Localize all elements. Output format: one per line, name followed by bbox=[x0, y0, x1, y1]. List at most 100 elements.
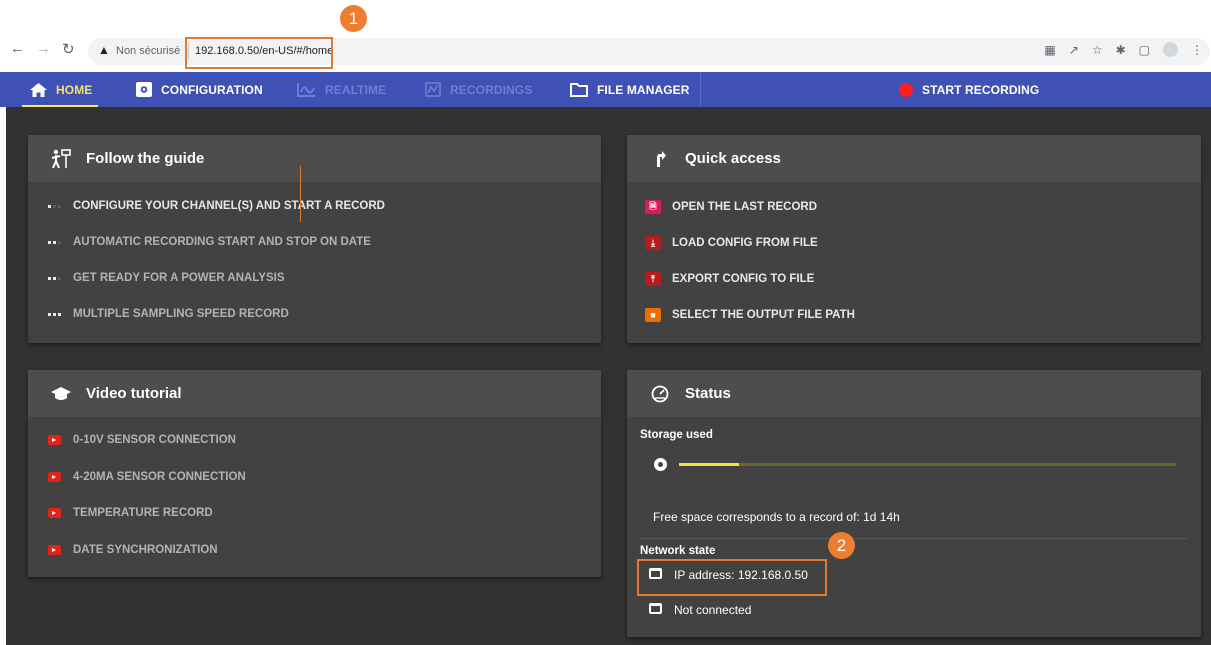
disk-icon bbox=[654, 458, 667, 471]
qa-export-config[interactable]: ⤒ EXPORT CONFIG TO FILE bbox=[645, 272, 814, 286]
recordings-chart-icon bbox=[425, 82, 441, 97]
reload-icon[interactable]: ↻ bbox=[62, 40, 75, 58]
qa-item-label: SELECT THE OUTPUT FILE PATH bbox=[672, 309, 855, 321]
youtube-icon bbox=[47, 435, 61, 445]
quick-access-card: Quick access 🗎 OPEN THE LAST RECORD ⤓ LO… bbox=[627, 135, 1201, 343]
guide-item-sampling-speed[interactable]: MULTIPLE SAMPLING SPEED RECORD bbox=[46, 308, 289, 320]
bookmark-star-icon[interactable]: ☆ bbox=[1092, 43, 1103, 58]
back-arrow-icon[interactable]: ← bbox=[10, 40, 25, 57]
video-item-temperature[interactable]: TEMPERATURE RECORD bbox=[46, 507, 213, 519]
guide-item-label: AUTOMATIC RECORDING START AND STOP ON DA… bbox=[73, 236, 371, 248]
guide-item-automatic[interactable]: AUTOMATIC RECORDING START AND STOP ON DA… bbox=[46, 236, 371, 248]
open-file-icon: 🗎 bbox=[645, 200, 661, 214]
status-divider bbox=[640, 538, 1188, 539]
profile-avatar-icon[interactable] bbox=[1163, 42, 1178, 57]
nav-file-manager[interactable]: FILE MANAGER bbox=[570, 72, 690, 107]
qa-item-label: EXPORT CONFIG TO FILE bbox=[672, 273, 815, 285]
guide-card-header: Follow the guide bbox=[28, 135, 601, 182]
network-ethernet-icon bbox=[649, 603, 662, 614]
video-tutorial-card: Video tutorial 0-10V SENSOR CONNECTION 4… bbox=[28, 370, 601, 577]
qa-open-last-record[interactable]: 🗎 OPEN THE LAST RECORD bbox=[645, 200, 817, 214]
graduation-cap-icon bbox=[50, 386, 72, 401]
browser-toolbar-icons: ▦ ↗ ☆ ✱ ▢ ⋮ bbox=[1044, 42, 1203, 58]
progress-dots-icon bbox=[46, 240, 62, 244]
qa-item-label: OPEN THE LAST RECORD bbox=[672, 201, 818, 213]
realtime-wave-icon bbox=[297, 82, 316, 97]
warning-icon: ▲ bbox=[98, 43, 110, 57]
annotation-line bbox=[300, 166, 301, 222]
video-title: Video tutorial bbox=[86, 385, 182, 402]
progress-dots-icon bbox=[46, 312, 62, 316]
guide-item-label: CONFIGURE YOUR CHANNEL(S) AND START A RE… bbox=[73, 200, 385, 212]
guide-person-sign-icon bbox=[50, 148, 72, 169]
annotation-badge-2: 2 bbox=[828, 532, 855, 559]
progress-dots-icon bbox=[46, 276, 62, 280]
nav-home-label: HOME bbox=[56, 82, 93, 97]
progress-dots-icon bbox=[46, 204, 62, 208]
share-icon[interactable]: ↗ bbox=[1069, 43, 1079, 58]
youtube-icon bbox=[47, 472, 61, 482]
side-panel-icon[interactable]: ▢ bbox=[1139, 43, 1150, 58]
video-item-date-sync[interactable]: DATE SYNCHRONIZATION bbox=[46, 544, 218, 556]
folder-icon: ■ bbox=[645, 308, 661, 322]
qa-item-label: LOAD CONFIG FROM FILE bbox=[672, 237, 818, 249]
gauge-icon bbox=[649, 385, 671, 403]
browser-chrome: ← → ↻ ▲ Non sécurisé 192.168.0.50/en-US/… bbox=[0, 0, 1211, 72]
nav-realtime-label: REALTIME bbox=[325, 82, 387, 97]
gear-box-icon bbox=[136, 82, 152, 97]
video-item-label: 0-10V SENSOR CONNECTION bbox=[73, 434, 236, 446]
nav-file-manager-label: FILE MANAGER bbox=[597, 82, 690, 97]
record-dot-icon bbox=[899, 82, 913, 97]
ip-annotation-box bbox=[637, 559, 827, 596]
upload-icon: ⤒ bbox=[645, 272, 661, 286]
nav-configuration[interactable]: CONFIGURATION bbox=[136, 72, 263, 107]
youtube-icon bbox=[47, 508, 61, 518]
folder-icon bbox=[570, 82, 588, 97]
status-card-header: Status bbox=[627, 370, 1201, 417]
download-icon: ⤓ bbox=[645, 236, 661, 250]
status-title: Status bbox=[685, 385, 731, 402]
video-item-0-10v[interactable]: 0-10V SENSOR CONNECTION bbox=[46, 434, 236, 446]
extensions-puzzle-icon[interactable]: ✱ bbox=[1116, 43, 1126, 58]
start-recording-label: START RECORDING bbox=[922, 82, 1040, 97]
menu-dots-icon[interactable]: ⋮ bbox=[1191, 43, 1203, 58]
qa-select-output-path[interactable]: ■ SELECT THE OUTPUT FILE PATH bbox=[645, 308, 855, 322]
not-secure-label: Non sécurisé bbox=[116, 45, 181, 57]
annotation-badge-1: 1 bbox=[340, 5, 367, 32]
video-item-label: 4-20MA SENSOR CONNECTION bbox=[73, 471, 246, 483]
guide-card: Follow the guide CONFIGURE YOUR CHANNEL(… bbox=[28, 135, 601, 343]
nav-realtime[interactable]: REALTIME bbox=[297, 72, 386, 107]
video-item-4-20ma[interactable]: 4-20MA SENSOR CONNECTION bbox=[46, 471, 246, 483]
guide-item-label: GET READY FOR A POWER ANALYSIS bbox=[73, 272, 285, 284]
url-annotation-box bbox=[185, 37, 333, 69]
nav-divider bbox=[700, 72, 701, 107]
translate-icon[interactable]: ▦ bbox=[1044, 43, 1055, 58]
nav-recordings-label: RECORDINGS bbox=[450, 82, 533, 97]
main-content: Follow the guide CONFIGURE YOUR CHANNEL(… bbox=[6, 107, 1211, 645]
start-recording-button[interactable]: START RECORDING bbox=[899, 72, 1039, 107]
guide-item-configure[interactable]: CONFIGURE YOUR CHANNEL(S) AND START A RE… bbox=[46, 200, 385, 212]
storage-used-label: Storage used bbox=[640, 429, 713, 441]
shortcut-arrow-icon bbox=[649, 150, 671, 167]
quick-access-card-header: Quick access bbox=[627, 135, 1201, 182]
status-card: Status Storage used Free space correspon… bbox=[627, 370, 1201, 637]
nav-home[interactable]: HOME bbox=[21, 72, 99, 107]
quick-access-title: Quick access bbox=[685, 150, 781, 167]
video-item-label: TEMPERATURE RECORD bbox=[73, 507, 213, 519]
app-navbar: HOME CONFIGURATION REALTIME RECORDINGS F… bbox=[0, 72, 1211, 107]
video-card-header: Video tutorial bbox=[28, 370, 601, 417]
forward-arrow-icon[interactable]: → bbox=[36, 40, 51, 57]
nav-recordings[interactable]: RECORDINGS bbox=[425, 72, 532, 107]
network-state-label: Network state bbox=[640, 545, 716, 557]
guide-title: Follow the guide bbox=[86, 150, 205, 167]
storage-progress-bar bbox=[679, 463, 1176, 466]
video-item-label: DATE SYNCHRONIZATION bbox=[73, 544, 218, 556]
guide-item-power-analysis[interactable]: GET READY FOR A POWER ANALYSIS bbox=[46, 272, 285, 284]
storage-progress-fill bbox=[679, 463, 739, 466]
guide-item-label: MULTIPLE SAMPLING SPEED RECORD bbox=[73, 308, 289, 320]
connection-status-text: Not connected bbox=[674, 603, 752, 617]
qa-load-config[interactable]: ⤓ LOAD CONFIG FROM FILE bbox=[645, 236, 818, 250]
home-icon bbox=[30, 82, 47, 97]
free-space-text: Free space corresponds to a record of: 1… bbox=[653, 510, 900, 524]
nav-configuration-label: CONFIGURATION bbox=[161, 82, 263, 97]
